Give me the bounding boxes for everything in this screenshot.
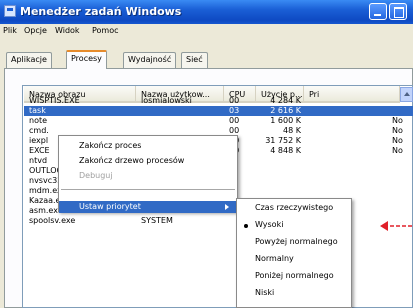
process-cell-pri: No (392, 116, 403, 125)
menu-separator (61, 189, 235, 190)
callout-arrow-icon (380, 221, 413, 231)
task-manager-icon (4, 5, 16, 17)
process-cell-mem (258, 186, 301, 196)
process-cell-cpu: 03 (229, 106, 240, 115)
process-cell-name: spoolsv.exe (29, 216, 76, 225)
priority-above-normal[interactable]: Powyżej normalnego (255, 237, 338, 246)
process-cell-name: note (29, 116, 48, 125)
tab-procesy[interactable]: Procesy (66, 50, 107, 69)
process-cell-name: task (29, 106, 46, 115)
process-cell-pri (392, 156, 406, 166)
set-priority-label: Ustaw priorytet (79, 202, 141, 211)
process-cell-mem: 48 K (283, 126, 301, 135)
process-cell-pri: No (392, 136, 403, 145)
window-title: Menedżer zadań Windows (20, 5, 182, 18)
process-context-menu: Zakończ proces Zakończ drzewo procesów D… (58, 135, 238, 213)
priority-realtime[interactable]: Czas rzeczywistego (255, 203, 333, 212)
debug-item: Debuguj (79, 171, 113, 180)
process-cell-pri (392, 206, 406, 216)
process-cell-user: losmialowski (141, 96, 192, 105)
process-cell-pri (392, 166, 406, 176)
process-cell-pri: No (392, 126, 403, 135)
end-process-tree-item[interactable]: Zakończ drzewo procesów (79, 156, 184, 165)
process-cell-user (141, 106, 227, 116)
menu-plik[interactable]: Plik (3, 26, 17, 35)
process-cell-mem: 4 284 K (270, 96, 301, 105)
tab-siec[interactable]: Sieć (181, 52, 208, 68)
tab-aplikacje[interactable]: Aplikacje (6, 52, 52, 68)
set-priority-item[interactable]: Ustaw priorytet (59, 201, 237, 213)
priority-submenu: Czas rzeczywistego Wysoki Powyżej normal… (236, 198, 352, 308)
process-cell-cpu: 00 (229, 116, 240, 125)
process-cell-mem (258, 156, 301, 166)
process-cell-pri (392, 106, 406, 116)
process-cell-pri (392, 196, 406, 206)
process-cell-mem: 1 600 K (270, 116, 301, 125)
title-bar[interactable]: Menedżer zadań Windows (0, 0, 413, 24)
end-process-item[interactable]: Zakończ proces (79, 141, 141, 150)
process-cell-pri: No (392, 146, 403, 155)
process-cell-pri (392, 176, 406, 186)
priority-below-normal[interactable]: Poniżej normalnego (255, 271, 334, 280)
priority-high[interactable]: Wysoki (255, 220, 283, 229)
selected-bullet-icon (244, 224, 248, 228)
process-cell-mem (258, 176, 301, 186)
submenu-arrow-icon (225, 204, 229, 210)
process-cell-pri (392, 186, 406, 196)
minimize-button[interactable] (369, 3, 387, 20)
process-cell-mem: 31 752 K (265, 136, 301, 145)
menu-widok[interactable]: Widok (55, 26, 80, 35)
process-cell-pri (392, 96, 406, 106)
menu-pomoc[interactable]: Pomoc (92, 26, 119, 35)
process-cell-mem: 4 848 K (270, 146, 301, 155)
menu-bar: Plik Opcje Widok Pomoc (0, 24, 413, 39)
menu-opcje[interactable]: Opcje (24, 26, 47, 35)
maximize-button[interactable] (389, 3, 407, 20)
process-cell-user (141, 116, 227, 126)
process-cell-user: SYSTEM (141, 216, 173, 225)
process-cell-mem (258, 166, 301, 176)
process-cell-name: WISPTIS.EXE (29, 96, 80, 105)
priority-low[interactable]: Niski (255, 288, 274, 297)
process-cell-mem: 2 616 K (270, 106, 301, 115)
task-manager-window: Menedżer zadań Windows Plik Opcje Widok … (0, 0, 413, 308)
process-cell-cpu: 00 (229, 96, 240, 105)
col-priority[interactable]: Pri (304, 86, 400, 103)
tab-strip: Aplikacje Procesy Wydajność Sieć (0, 50, 413, 70)
tab-wydajnosc[interactable]: Wydajność (123, 52, 177, 68)
priority-normal[interactable]: Normalny (255, 254, 294, 263)
